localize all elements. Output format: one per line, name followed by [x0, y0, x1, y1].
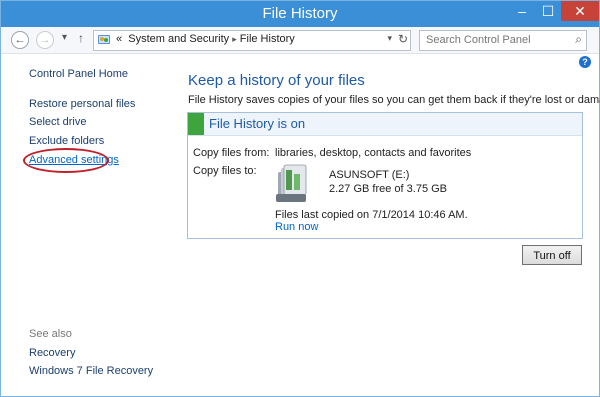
breadcrumb-overflow[interactable]: « — [116, 33, 122, 45]
breadcrumb-system-security[interactable]: System and Security — [128, 33, 229, 45]
close-button[interactable]: ✕ — [561, 1, 599, 21]
search-icon[interactable]: ⌕ — [575, 32, 582, 47]
drive-name: ASUNSOFT (E:) — [329, 169, 410, 181]
status-panel: File History is on Copy files from: libr… — [187, 112, 583, 239]
see-also-windows7-file-recovery[interactable]: Windows 7 File Recovery — [29, 365, 153, 377]
status-indicator — [188, 113, 204, 135]
page-description: File History saves copies of your files … — [188, 94, 600, 106]
last-copied-text: Files last copied on 7/1/2014 10:46 AM. — [275, 209, 468, 221]
sidebar-item-select-drive[interactable]: Select drive — [29, 116, 86, 128]
file-history-window: File History – ☐ ✕ ← → ▾ ↑ « System and … — [0, 0, 600, 397]
highlight-circle — [23, 148, 109, 173]
see-also-recovery[interactable]: Recovery — [29, 347, 75, 359]
status-header: File History is on — [188, 113, 582, 136]
sidebar-item-restore-personal-files[interactable]: Restore personal files — [29, 98, 135, 110]
run-now-link[interactable]: Run now — [275, 221, 318, 233]
refresh-icon[interactable]: ↻ — [398, 32, 408, 46]
turn-off-button[interactable]: Turn off — [522, 245, 582, 265]
sidebar-item-control-panel-home[interactable]: Control Panel Home — [29, 68, 128, 80]
copy-from-label: Copy files from: — [193, 147, 270, 159]
see-also-heading: See also — [29, 328, 72, 340]
copy-to-label: Copy files to: — [193, 165, 257, 177]
search-placeholder: Search Control Panel — [426, 34, 531, 46]
back-arrow-icon[interactable]: ← — [11, 31, 29, 49]
sidebar-item-exclude-folders[interactable]: Exclude folders — [29, 135, 104, 147]
up-arrow-icon[interactable]: ↑ — [78, 31, 84, 45]
search-input[interactable]: Search Control Panel ⌕ — [419, 30, 587, 51]
title-bar: File History – ☐ ✕ — [1, 1, 599, 27]
help-icon[interactable]: ? — [579, 56, 591, 68]
copy-from-value: libraries, desktop, contacts and favorit… — [275, 147, 472, 159]
breadcrumb: « System and Security ▸ File History — [116, 33, 295, 45]
forward-arrow-icon[interactable]: → — [36, 31, 54, 49]
navigation-bar: ← → ▾ ↑ « System and Security ▸ File His… — [1, 27, 599, 54]
breadcrumb-separator-icon[interactable]: ▸ — [232, 34, 237, 44]
minimize-button[interactable]: – — [509, 1, 535, 21]
address-bar[interactable]: « System and Security ▸ File History ▾ ↻ — [93, 30, 411, 51]
status-text: File History is on — [209, 116, 306, 131]
maximize-button[interactable]: ☐ — [535, 1, 561, 21]
drive-free-space: 2.27 GB free of 3.75 GB — [329, 183, 448, 195]
recent-pages-chevron-icon[interactable]: ▾ — [62, 32, 67, 43]
address-dropdown-icon[interactable]: ▾ — [387, 33, 392, 44]
breadcrumb-file-history[interactable]: File History — [240, 33, 295, 45]
control-panel-icon — [98, 35, 110, 44]
drive-icon — [276, 164, 307, 202]
page-title: Keep a history of your files — [188, 72, 365, 89]
